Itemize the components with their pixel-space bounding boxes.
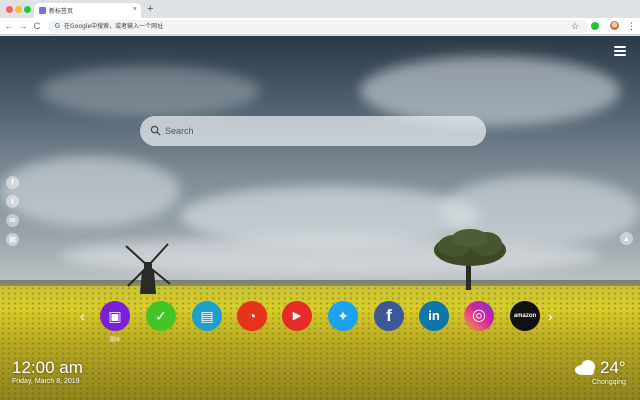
app-notes-icon[interactable]: ▤ (192, 301, 222, 331)
twitter-share-icon[interactable]: t (6, 195, 19, 208)
reload-button[interactable]: C (32, 20, 42, 32)
back-button[interactable]: ← (4, 20, 14, 32)
new-tab-button[interactable]: + (147, 3, 153, 15)
clock-date: Friday, March 8, 2019 (12, 378, 80, 385)
menu-icon[interactable] (614, 46, 626, 56)
app-todo-icon[interactable]: ✓ (146, 301, 176, 331)
app-facebook-glyph: f (386, 306, 392, 325)
weather-city: Chongqing (592, 379, 626, 386)
cloud-icon (575, 360, 595, 375)
browser-menu-icon[interactable]: ⋮ (627, 20, 636, 32)
app-gallery-icon[interactable]: ▣ (100, 301, 130, 331)
dock-prev-arrow-icon[interactable]: ‹ (80, 307, 85, 325)
clock-time: 12:00 am (12, 358, 83, 377)
app-youtube-icon[interactable]: ▶ (282, 301, 312, 331)
tab-close-icon[interactable]: × (133, 5, 137, 15)
app-instagram-icon[interactable]: ◎ (464, 301, 494, 331)
app-gallery-label: 图库 (109, 337, 120, 343)
app-notes-glyph: ▤ (200, 308, 214, 324)
search-icon (150, 125, 161, 136)
tree-image (434, 229, 506, 290)
app-twitter-glyph: ✦ (337, 308, 349, 324)
search-input[interactable] (165, 123, 465, 139)
windmill-image (125, 243, 171, 294)
close-window-button[interactable] (6, 6, 13, 13)
new-tab-page: f t ✉ ⊠ ▲ ‹ ▣ 图库 ✓ ▤ ◔ ▶ ✦ f in (0, 36, 640, 400)
browser-toolbar: ← → C G 在Google中搜索，或者输入一个网址 ☆ ⋮ (0, 18, 640, 35)
cloud (0, 156, 180, 226)
app-instagram-glyph: ◎ (472, 307, 486, 324)
bookmark-star-icon[interactable]: ☆ (571, 21, 579, 31)
bookmark-share-icon[interactable]: ⊠ (6, 233, 19, 246)
social-rail: f t ✉ ⊠ (6, 176, 20, 252)
search-box[interactable] (140, 116, 486, 146)
weather-temperature: 24° (600, 358, 626, 377)
app-games-glyph: ◔ (247, 308, 257, 324)
app-dock: ‹ ▣ 图库 ✓ ▤ ◔ ▶ ✦ f in ◎ amazon › (80, 301, 560, 351)
active-tab[interactable]: 新标签页 × (34, 3, 141, 18)
forward-button[interactable]: → (18, 20, 28, 32)
google-icon: G (54, 23, 61, 30)
app-linkedin-icon[interactable]: in (419, 301, 449, 331)
extension-icon[interactable] (591, 22, 599, 30)
mail-share-icon[interactable]: ✉ (6, 214, 19, 227)
facebook-share-icon[interactable]: f (6, 176, 19, 189)
app-amazon-icon[interactable]: amazon (510, 301, 540, 331)
minimize-window-button[interactable] (15, 6, 22, 13)
profile-avatar[interactable] (610, 21, 619, 30)
dock-next-arrow-icon[interactable]: › (548, 307, 553, 325)
tab-title: 新标签页 (49, 8, 74, 15)
app-twitter-icon[interactable]: ✦ (328, 301, 358, 331)
app-amazon-glyph: amazon (513, 313, 537, 319)
app-todo-glyph: ✓ (155, 308, 167, 324)
app-youtube-glyph: ▶ (292, 310, 302, 322)
address-bar-placeholder: 在Google中搜索，或者输入一个网址 (64, 23, 164, 30)
app-facebook-icon[interactable]: f (374, 301, 404, 331)
app-linkedin-glyph: in (428, 308, 440, 323)
address-bar[interactable]: G 在Google中搜索，或者输入一个网址 (48, 20, 588, 33)
app-gallery-glyph: ▣ (108, 308, 122, 324)
tab-favicon-icon (39, 7, 46, 14)
app-games-icon[interactable]: ◔ (237, 301, 267, 331)
maximize-window-button[interactable] (24, 6, 31, 13)
notification-icon[interactable]: ▲ (620, 232, 633, 245)
tab-strip: 新标签页 × + (0, 0, 640, 18)
cloud (40, 66, 260, 116)
